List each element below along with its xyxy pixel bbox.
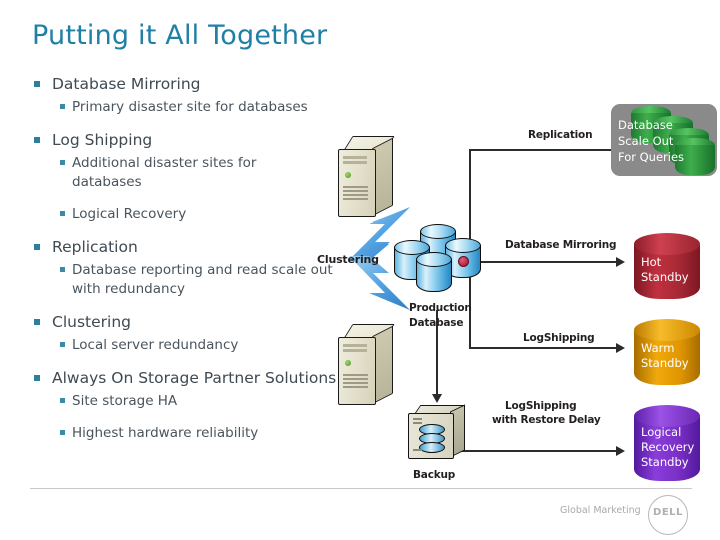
replication-connector-line xyxy=(469,149,614,151)
backup-arrow-icon xyxy=(432,394,442,403)
slide: Putting it All Together Database Mirrori… xyxy=(0,0,720,540)
scale-out-label-line2: Scale Out xyxy=(618,134,674,148)
backup-vent xyxy=(413,449,422,451)
label-log-shipping-delay-line2: with Restore Delay xyxy=(492,414,601,426)
logical-recovery-standby-node: Logical Recovery Standby xyxy=(634,405,700,483)
server-bay xyxy=(343,344,367,347)
hot-standby-label-line1: Hot xyxy=(641,255,662,269)
cluster-node-server-bottom xyxy=(338,324,400,406)
cylinder-cap xyxy=(634,233,700,255)
backup-disk-icon xyxy=(419,442,445,453)
restore-delay-connector-line xyxy=(450,450,618,452)
warm-standby-label-line2: Standby xyxy=(641,356,689,370)
production-database-cluster xyxy=(394,224,484,294)
server-bay xyxy=(343,156,367,159)
cylinder-cap xyxy=(416,252,452,267)
cylinder-cap xyxy=(634,319,700,341)
footer-divider xyxy=(30,488,692,489)
db-cylinder xyxy=(416,252,452,292)
cylinder-cap xyxy=(420,224,456,239)
label-backup: Backup xyxy=(413,469,456,481)
warm-standby-label-line1: Warm xyxy=(641,341,675,355)
footer-credit: Global Marketing xyxy=(560,505,641,516)
cylinder-cap xyxy=(634,405,700,427)
logical-recovery-label-line3: Standby xyxy=(641,455,689,469)
hot-standby-node: Hot Standby xyxy=(634,233,700,301)
server-bay xyxy=(343,349,367,352)
dell-logo-text: DELL xyxy=(653,507,683,518)
label-clustering: Clustering xyxy=(317,253,379,266)
architecture-diagram: Replication Database Mirroring LogShippi… xyxy=(0,0,720,500)
scale-out-label-line3: For Queries xyxy=(618,150,685,164)
database-scale-out-panel: Database Scale Out For Queries xyxy=(611,104,717,176)
server-vent xyxy=(343,374,368,376)
logical-recovery-label-line2: Recovery xyxy=(641,440,695,454)
backup-vent xyxy=(413,422,422,424)
logshipping-connector-line xyxy=(469,347,618,349)
label-log-shipping-delay-line1: LogShipping xyxy=(505,400,577,412)
logical-recovery-label-line1: Logical xyxy=(641,425,682,439)
label-production-database-line1: Production xyxy=(409,302,472,314)
mirroring-connector-line xyxy=(466,261,618,263)
backup-server xyxy=(408,404,466,461)
server-bay xyxy=(343,161,367,164)
hot-standby-label-line2: Standby xyxy=(641,270,689,284)
logshipping-arrow-icon xyxy=(616,343,625,353)
cylinder-cap xyxy=(445,238,481,253)
backup-vent xyxy=(413,418,422,420)
label-database-mirroring: Database Mirroring xyxy=(505,239,617,251)
label-log-shipping: LogShipping xyxy=(523,332,595,344)
server-power-led-icon xyxy=(345,172,351,178)
warm-standby-node: Warm Standby xyxy=(634,319,700,387)
server-power-led-icon xyxy=(345,360,351,366)
mirroring-arrow-icon xyxy=(616,257,625,267)
server-front-face xyxy=(338,337,376,405)
label-production-database-line2: Database xyxy=(409,317,464,329)
label-replication: Replication xyxy=(528,129,593,141)
primary-indicator-icon xyxy=(458,256,469,267)
server-vent xyxy=(343,186,368,188)
dell-logo: DELL xyxy=(648,495,688,535)
restore-delay-arrow-icon xyxy=(616,446,625,456)
scale-out-label-line1: Database xyxy=(618,118,673,132)
